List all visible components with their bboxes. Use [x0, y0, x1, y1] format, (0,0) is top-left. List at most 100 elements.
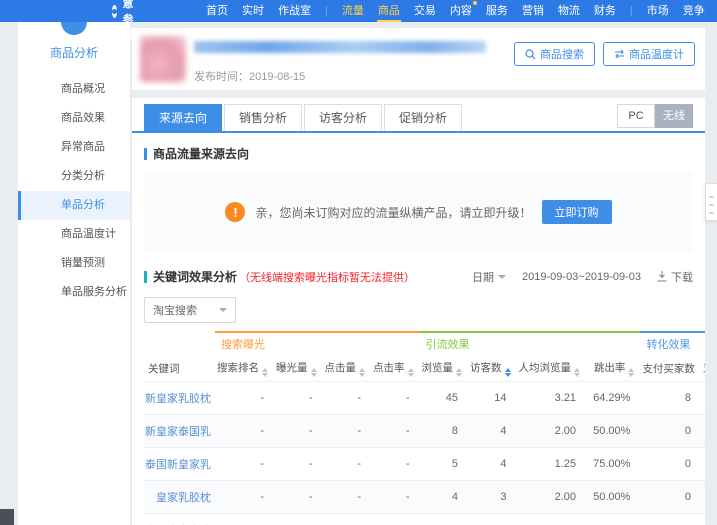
date-range[interactable]: 2019-09-03~2019-09-03 [522, 271, 641, 283]
table-cell: 4 [468, 414, 517, 448]
keyword-section-header: 关键词效果分析 （无线端搜索曝光指标暂无法提供） 日期 2019-09-03~2… [144, 268, 693, 285]
table-cell: - [371, 447, 420, 481]
sort-icon[interactable] [574, 367, 580, 377]
keyword-table: 搜索曝光 引流效果 转化效果 关键词 搜索排名 曝光量 点击量 点击率 浏览量 访客数 人均浏览量… [144, 331, 705, 525]
table-cell: - [322, 480, 371, 514]
sort-icon[interactable] [310, 367, 317, 377]
sidebar-item-单品服务分析[interactable]: 单品服务分析 [18, 278, 130, 307]
date-filter[interactable]: 日期 [472, 269, 507, 285]
title-accent-bar [144, 147, 147, 160]
table-cell: 5 [419, 447, 468, 481]
table-cell: 14 [468, 381, 517, 415]
table-row: 泰国新皇家乳----541.2575.00%0000.00% [144, 447, 705, 481]
table-cell: 3.21 [516, 381, 586, 415]
nav-item-营销[interactable]: 营销 [521, 0, 545, 22]
table-cell: 2 [419, 513, 468, 525]
column-header-浏览量[interactable]: 浏览量 [420, 355, 469, 382]
analysis-card: 来源去向 销售分析 访客分析 促销分析 PC 无线 商品流量来源去向 ! 亲，您尚未订购… [132, 98, 705, 525]
device-segment-无线[interactable]: 无线 [655, 104, 693, 128]
nav-item-竞争[interactable]: 竞争 [682, 0, 706, 22]
nav-item-财务[interactable]: 财务 [593, 0, 617, 22]
download-button[interactable]: 下载 [657, 269, 693, 285]
column-header-点击量[interactable]: 点击量 [323, 355, 372, 382]
product-thermometer-button[interactable]: 商品温度计 [603, 42, 695, 66]
keyword-link[interactable]: 新皇家乳胶枕 [144, 381, 215, 415]
brand[interactable]: 生意参谋 [112, 0, 141, 43]
sort-icon[interactable] [456, 367, 462, 377]
table-cell: - [322, 447, 371, 481]
sort-icon[interactable] [504, 367, 511, 377]
nav-item-首页[interactable]: 首页 [205, 0, 229, 22]
search-channel-select[interactable]: 淘宝搜索 [144, 297, 236, 323]
sort-icon[interactable] [628, 367, 635, 377]
sort-icon[interactable] [262, 367, 268, 377]
order-now-button[interactable]: 立即订购 [541, 200, 612, 224]
notification-dot [472, 1, 477, 5]
column-header-曝光量[interactable]: 曝光量 [274, 355, 323, 382]
top-navigation-bar: 生意参谋 首页实时作战室|流量商品交易内容服务营销物流财务|市场竞争|业务专区|… [0, 0, 717, 42]
keyword-link[interactable]: 新皇家泰国乳 [144, 414, 215, 448]
sort-up-arrow [574, 367, 580, 372]
table-cell: - [215, 381, 274, 415]
nav-item-内容[interactable]: 内容 [449, 0, 477, 22]
nav-item-市场[interactable]: 市场 [646, 0, 670, 22]
table-row: 皇家乳胶枕----432.0050.00%0000.00% [144, 480, 705, 514]
nav-item-交易[interactable]: 交易 [413, 0, 437, 22]
column-header-关键词: 关键词 [148, 362, 180, 375]
sidebar-item-商品效果[interactable]: 商品效果 [18, 104, 130, 133]
nav-separator: | [325, 5, 328, 17]
sidebar-item-单品分析[interactable]: 单品分析 [18, 191, 130, 220]
flow-title-text: 商品流量来源去向 [153, 147, 250, 161]
table-cell: 3 [700, 381, 705, 415]
keyword-table-wrap: 搜索曝光 引流效果 转化效果 关键词 搜索排名 曝光量 点击量 点击率 浏览量 访客数 人均浏览量… [144, 331, 705, 525]
keyword-link[interactable]: 泰国新皇家乳 [144, 447, 215, 481]
keyword-link[interactable]: 泰国皇家乳胶 [144, 513, 215, 525]
product-search-button[interactable]: 商品搜索 [514, 42, 595, 66]
table-cell: 2.00 [516, 414, 586, 448]
column-label: 跳出率 [593, 361, 626, 374]
table-cell: 8 [419, 414, 468, 448]
column-header-点击率[interactable]: 点击率 [371, 355, 420, 382]
side-panel-handle[interactable] [705, 183, 717, 221]
table-cell: 1.00 [516, 513, 586, 525]
sidebar-item-销量预测[interactable]: 销量预测 [18, 249, 130, 278]
nav-item-作战室[interactable]: 作战室 [277, 0, 312, 22]
table-cell: 3 [468, 480, 517, 514]
sidebar-item-分类分析[interactable]: 分类分析 [18, 162, 130, 191]
column-header-访客数[interactable]: 访客数 [468, 355, 517, 382]
table-cell: - [274, 480, 323, 514]
table-cell: 0 [640, 447, 701, 481]
nav-item-服务[interactable]: 服务 [485, 0, 509, 22]
sort-icon[interactable] [359, 367, 365, 377]
nav-item-实时[interactable]: 实时 [241, 0, 265, 22]
column-header-跳出率[interactable]: 跳出率 [586, 355, 640, 382]
table-cell: - [215, 447, 274, 481]
keyword-link[interactable]: 皇家乳胶枕 [144, 480, 215, 514]
sidebar-item-异常商品[interactable]: 异常商品 [18, 133, 130, 162]
upgrade-alert-panel: ! 亲，您尚未订购对应的流量纵横产品，请立即升级！ 立即订购 [144, 172, 693, 252]
chevron-down-icon [498, 274, 507, 279]
corner-widget[interactable] [0, 509, 14, 525]
top-menu: 首页实时作战室|流量商品交易内容服务营销物流财务|市场竞争|业务专区|取数学院 [199, 0, 717, 22]
sort-up-arrow [628, 367, 635, 372]
table-cell: 0 [640, 480, 701, 514]
product-search-label: 商品搜索 [540, 49, 584, 61]
table-cell: 2.00 [516, 480, 586, 514]
tab-促销分析[interactable]: 促销分析 [384, 104, 463, 131]
sort-icon[interactable] [407, 367, 414, 377]
column-header-搜索排名[interactable]: 搜索排名 [215, 355, 274, 382]
nav-item-流量[interactable]: 流量 [341, 0, 365, 22]
sidebar-item-商品概况[interactable]: 商品概况 [18, 75, 130, 104]
column-header-支付买家数[interactable]: 支付买家数 [640, 355, 701, 382]
column-header-支付件数[interactable]: 支付件数 [701, 355, 705, 382]
column-header-人均浏览量[interactable]: 人均浏览量 [517, 355, 587, 382]
device-segment-PC[interactable]: PC [617, 104, 655, 128]
sidebar-menu: 商品概况 商品效果 异常商品 分类分析 单品分析 商品温度计 销量预测 单品服务分析 [18, 75, 130, 307]
brand-logo-icon [112, 4, 118, 18]
sidebar-item-商品温度计[interactable]: 商品温度计 [18, 220, 130, 249]
nav-item-物流[interactable]: 物流 [557, 0, 581, 22]
tab-来源去向[interactable]: 来源去向 [144, 104, 223, 131]
tab-访客分析[interactable]: 访客分析 [304, 104, 383, 131]
tab-销售分析[interactable]: 销售分析 [224, 104, 303, 131]
nav-item-商品[interactable]: 商品 [376, 0, 401, 22]
